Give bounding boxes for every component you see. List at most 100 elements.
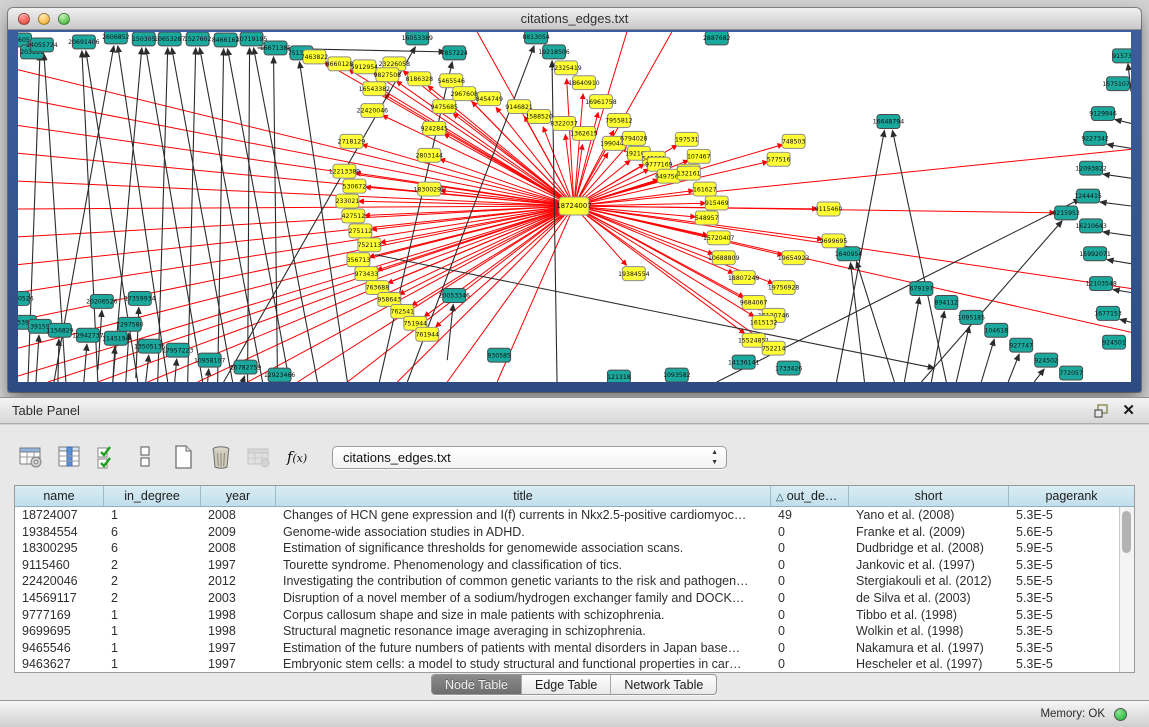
- table-options-button[interactable]: [14, 442, 48, 472]
- graph-node-yellow[interactable]: 233021: [336, 194, 360, 208]
- table-cell[interactable]: 6: [104, 540, 201, 557]
- table-vertical-scrollbar[interactable]: [1119, 507, 1134, 672]
- graph-node-teal[interactable]: 915731: [1112, 49, 1131, 63]
- network-canvas-svg[interactable]: 1660520335124055724206914062606852150305…: [18, 32, 1131, 382]
- graph-node-yellow[interactable]: 9684067: [740, 295, 768, 309]
- graph-node-yellow[interactable]: 356713: [347, 253, 371, 267]
- graph-node-yellow[interactable]: 7463822: [301, 50, 329, 64]
- graph-node-teal[interactable]: 16648794: [873, 115, 904, 129]
- graph-node-teal[interactable]: 2606852: [102, 32, 130, 44]
- table-cell[interactable]: 2009: [201, 524, 276, 541]
- table-cell[interactable]: 18300295: [15, 540, 104, 557]
- column-header-in-degree[interactable]: in_degree: [104, 486, 201, 506]
- graph-node-teal[interactable]: 1156829: [46, 323, 74, 337]
- table-cell[interactable]: 5.9E-5: [1009, 540, 1119, 557]
- table-cell[interactable]: 2: [104, 573, 201, 590]
- column-header-year[interactable]: year: [201, 486, 276, 506]
- graph-node-teal[interactable]: 10653287: [154, 32, 185, 46]
- graph-node-yellow[interactable]: 752113: [358, 238, 382, 252]
- tab-node-table[interactable]: Node Table: [432, 675, 522, 694]
- table-row[interactable]: 2242004622012Investigating the contribut…: [15, 573, 1119, 590]
- row-selection-button[interactable]: [128, 442, 162, 472]
- graph-node-teal[interactable]: 2887682: [703, 32, 731, 45]
- table-cell[interactable]: 0: [771, 540, 849, 557]
- graph-node-yellow[interactable]: 18640910: [568, 76, 599, 90]
- table-cell[interactable]: 9699695: [15, 623, 104, 640]
- table-cell[interactable]: 49: [771, 507, 849, 524]
- table-cell[interactable]: 0: [771, 607, 849, 624]
- graph-node-teal[interactable]: 15751074: [1102, 77, 1131, 91]
- graph-node-teal[interactable]: 20691406: [68, 35, 99, 49]
- table-row[interactable]: 1938455462009Genome-wide association stu…: [15, 524, 1119, 541]
- graph-node-teal[interactable]: 1527602: [184, 32, 212, 46]
- graph-node-teal[interactable]: 16053389: [402, 32, 433, 45]
- graph-node-yellow[interactable]: 6794028: [620, 131, 648, 145]
- table-cell[interactable]: 5.3E-5: [1009, 623, 1119, 640]
- graph-node-yellow[interactable]: 1615132: [750, 315, 778, 329]
- graph-node-yellow[interactable]: 197531: [675, 132, 699, 146]
- table-cell[interactable]: 0: [771, 640, 849, 657]
- table-cell[interactable]: Dudbridge et al. (2008): [849, 540, 1009, 557]
- graph-node-yellow[interactable]: 1362615: [570, 126, 598, 140]
- graph-node-yellow[interactable]: 8186328: [406, 72, 434, 86]
- table-cell[interactable]: 0: [771, 590, 849, 607]
- table-cell[interactable]: Nakamura et al. (1997): [849, 640, 1009, 657]
- table-cell[interactable]: 1: [104, 607, 201, 624]
- table-cell[interactable]: 2012: [201, 573, 276, 590]
- table-cell[interactable]: 2003: [201, 590, 276, 607]
- table-cell[interactable]: 1: [104, 507, 201, 524]
- graph-node-yellow[interactable]: 9115460: [815, 202, 843, 216]
- table-cell[interactable]: Embryonic stem cells: a model to study s…: [276, 656, 771, 672]
- graph-node-teal[interactable]: 16210643: [1075, 219, 1106, 233]
- graph-node-yellow[interactable]: 15720407: [703, 231, 734, 245]
- graph-node-yellow[interactable]: 22420046: [357, 104, 388, 118]
- table-cell[interactable]: 1: [104, 656, 201, 672]
- table-cell[interactable]: Hescheler et al. (1997): [849, 656, 1009, 672]
- table-cell[interactable]: 6: [104, 524, 201, 541]
- column-header-name[interactable]: name: [15, 486, 104, 506]
- graph-node-teal[interactable]: 927747: [1009, 338, 1033, 352]
- graph-node-yellow[interactable]: 8454749: [475, 92, 503, 106]
- close-icon[interactable]: ✕: [1122, 401, 1135, 421]
- table-cell[interactable]: Stergiakouli et al. (2012): [849, 573, 1009, 590]
- graph-node-yellow[interactable]: 275112: [349, 224, 373, 238]
- table-cell[interactable]: 0: [771, 623, 849, 640]
- table-cell[interactable]: Disruption of a novel member of a sodium…: [276, 590, 771, 607]
- table-cell[interactable]: 9777169: [15, 607, 104, 624]
- graph-node-yellow[interactable]: 9242845: [421, 121, 449, 135]
- graph-node-teal[interactable]: 17957223: [162, 343, 193, 357]
- graph-node-yellow[interactable]: 5465546: [437, 74, 465, 88]
- graph-node-yellow[interactable]: 761944: [415, 327, 439, 341]
- graph-node-teal[interactable]: 924502: [1034, 353, 1058, 367]
- graph-node-teal[interactable]: 10958107: [194, 353, 225, 367]
- column-header-title[interactable]: title: [276, 486, 771, 506]
- table-cell[interactable]: 1: [104, 623, 201, 640]
- delete-table-button[interactable]: [242, 442, 276, 472]
- float-window-icon[interactable]: [1094, 404, 1109, 418]
- table-cell[interactable]: Franke et al. (2009): [849, 524, 1009, 541]
- graph-node-teal[interactable]: 12093822: [1075, 161, 1106, 175]
- table-cell[interactable]: 5.3E-5: [1009, 656, 1119, 672]
- table-cell[interactable]: 1998: [201, 607, 276, 624]
- graph-node-teal[interactable]: 150305: [132, 32, 156, 46]
- graph-node-teal[interactable]: 12103548: [1085, 277, 1116, 291]
- table-selector-dropdown[interactable]: citations_edges.txt ▲▼: [332, 446, 727, 469]
- graph-node-teal[interactable]: 16671385: [260, 41, 291, 55]
- table-row[interactable]: 1872400712008Changes of HCN gene express…: [15, 507, 1119, 524]
- table-cell[interactable]: 0: [771, 656, 849, 672]
- table-row[interactable]: 946554611997Estimation of the future num…: [15, 640, 1119, 657]
- table-cell[interactable]: Wolkin et al. (1998): [849, 623, 1009, 640]
- table-cell[interactable]: 5.6E-5: [1009, 524, 1119, 541]
- graph-node-teal[interactable]: 8813054: [522, 32, 550, 44]
- delete-column-button[interactable]: [204, 442, 238, 472]
- graph-node-yellow[interactable]: 10688809: [708, 251, 739, 265]
- table-cell[interactable]: 5.3E-5: [1009, 557, 1119, 574]
- table-cell[interactable]: 1997: [201, 557, 276, 574]
- graph-node-yellow[interactable]: 9475685: [430, 100, 458, 114]
- table-cell[interactable]: Tourette syndrome. Phenomenology and cla…: [276, 557, 771, 574]
- table-cell[interactable]: 18724007: [15, 507, 104, 524]
- table-cell[interactable]: 5.3E-5: [1009, 590, 1119, 607]
- show-columns-button[interactable]: [52, 442, 86, 472]
- graph-node-teal[interactable]: 772057: [1059, 366, 1083, 380]
- table-cell[interactable]: de Silva et al. (2003): [849, 590, 1009, 607]
